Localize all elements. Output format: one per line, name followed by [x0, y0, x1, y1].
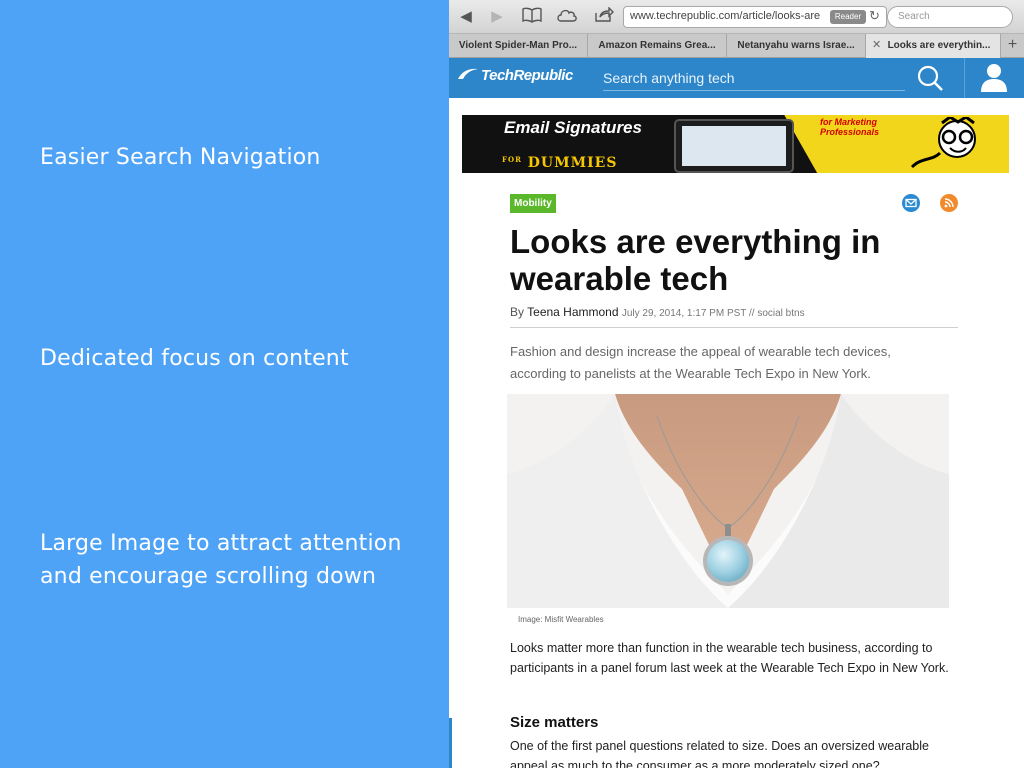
- browser-toolbar: ◀ ▶ www.techrepublic.com/article/looks-a…: [449, 0, 1024, 34]
- image-caption: Image: Misfit Wearables: [518, 615, 604, 624]
- divider: [510, 327, 958, 328]
- logo-swoosh-icon: [458, 68, 478, 79]
- url-text: www.techrepublic.com/article/looks-are: [630, 10, 821, 22]
- reader-button[interactable]: Reader: [830, 10, 866, 24]
- tab-bar: Violent Spider-Man Pro... Amazon Remains…: [449, 34, 1024, 58]
- ad-title: Email Signatures: [504, 118, 642, 137]
- article-paragraph: Looks matter more than function in the w…: [510, 641, 949, 675]
- tab-amazon[interactable]: Amazon Remains Grea...: [588, 34, 727, 58]
- ad-brand: FOR DUMMIES: [502, 155, 617, 171]
- tab-netanyahu[interactable]: Netanyahu warns Israe...: [727, 34, 866, 58]
- forward-arrow-icon[interactable]: ▶: [488, 7, 506, 27]
- tab-active-label: Looks are everythin...: [887, 40, 991, 51]
- article-subhead: Size matters: [510, 714, 599, 731]
- magnifier-icon[interactable]: [915, 64, 947, 92]
- annotation-large-image: Large Image to attract attention and enc…: [40, 531, 402, 589]
- cloud-icon[interactable]: [556, 7, 578, 27]
- book-icon[interactable]: [521, 7, 543, 27]
- browser-window: ◀ ▶ www.techrepublic.com/article/looks-a…: [449, 0, 1024, 768]
- reload-icon[interactable]: ↻: [869, 8, 880, 24]
- annotation-panel: Easier Search Navigation Dedicated focus…: [0, 0, 449, 768]
- category-badge[interactable]: Mobility: [510, 194, 556, 213]
- tab-spider-man[interactable]: Violent Spider-Man Pro...: [449, 34, 588, 58]
- ad-brand-name: DUMMIES: [527, 155, 618, 171]
- new-tab-icon[interactable]: +: [1001, 34, 1024, 58]
- tab-looks-active[interactable]: ✕ Looks are everythin...: [866, 34, 1001, 58]
- site-search-input[interactable]: Search anything tech: [603, 67, 905, 91]
- hero-image: [507, 394, 949, 608]
- ad-tablet-screen: [682, 126, 786, 166]
- article-dek: Fashion and design increase the appeal o…: [510, 344, 891, 381]
- email-icon[interactable]: [902, 194, 920, 212]
- article-headline: Looks are everything in wearable tech: [510, 223, 881, 297]
- ad-banner[interactable]: Email Signatures FOR DUMMIES for Marketi…: [462, 115, 1009, 173]
- ad-tablet-image: [674, 119, 794, 173]
- share-icon[interactable]: [593, 6, 615, 27]
- byline-meta: July 29, 2014, 1:17 PM PST // social btn…: [621, 308, 805, 319]
- back-arrow-icon[interactable]: ◀: [457, 7, 475, 27]
- ad-for: FOR: [502, 155, 522, 164]
- site-header: TechRepublic Search anything tech: [449, 58, 1024, 98]
- user-icon[interactable]: [964, 58, 1024, 98]
- logo-text: TechRepublic: [481, 67, 573, 84]
- close-tab-icon[interactable]: ✕: [872, 34, 881, 57]
- site-logo[interactable]: TechRepublic: [457, 67, 573, 89]
- address-bar[interactable]: www.techrepublic.com/article/looks-are R…: [623, 6, 887, 28]
- rss-icon[interactable]: [940, 194, 958, 212]
- scroll-indicator[interactable]: [449, 718, 452, 768]
- annotation-content-focus: Dedicated focus on content: [40, 346, 349, 371]
- byline: By Teena Hammond July 29, 2014, 1:17 PM …: [510, 305, 805, 319]
- byline-prefix: By: [510, 305, 525, 319]
- ad-dummies-mascot-icon: [910, 117, 976, 169]
- browser-search-field[interactable]: Search: [887, 6, 1013, 28]
- author-link[interactable]: Teena Hammond: [527, 305, 618, 319]
- annotation-search-navigation: Easier Search Navigation: [40, 145, 321, 170]
- article-paragraph: One of the first panel questions related…: [510, 739, 929, 768]
